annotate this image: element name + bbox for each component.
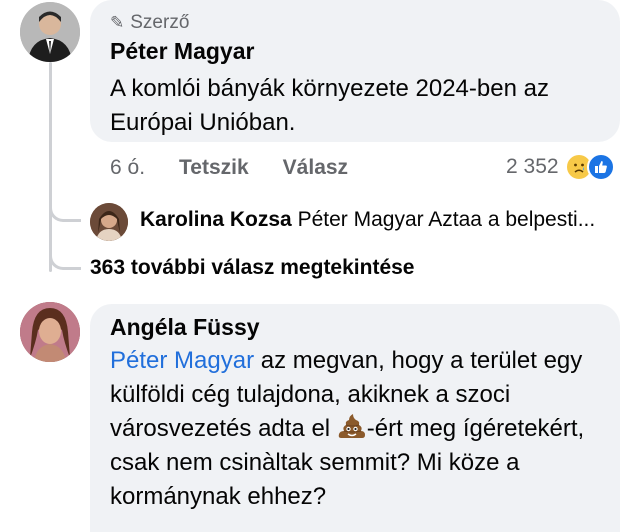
like-button[interactable]: Tetszik [179,156,249,180]
comment-timestamp[interactable]: 6 ó. [110,156,145,180]
reply-preview[interactable]: Karolina Kozsa Péter Magyar Aztaa a belp… [140,208,620,232]
avatar[interactable] [20,302,80,362]
comment-author-name[interactable]: Angéla Füssy [110,314,260,341]
author-badge-label: Szerző [130,12,190,33]
view-more-replies-link[interactable]: 363 további válasz megtekintése [90,256,415,280]
profile-photo-icon [20,2,80,62]
comment-text: Péter Magyar az megvan, hogy a terület e… [110,344,610,514]
avatar[interactable] [20,2,80,62]
reply-author-name[interactable]: Karolina Kozsa [140,208,292,231]
like-icon [586,153,615,181]
reply-preview-text: Péter Magyar Aztaa a belpesti... [297,208,596,231]
comment-author-name[interactable]: Péter Magyar [110,38,254,65]
reaction-count: 2 352 [506,155,559,178]
poop-emoji-icon [337,412,367,440]
profile-photo-icon [90,203,128,241]
mention-link[interactable]: Péter Magyar [110,347,254,374]
profile-photo-icon [20,302,80,362]
thread-connector-reply [49,186,81,222]
avatar[interactable] [90,203,128,241]
pencil-icon: ✎ [110,13,125,32]
comment-actions: 6 ó. Tetszik Válasz [110,156,382,180]
author-badge: ✎ Szerző [110,12,189,34]
reaction-summary[interactable]: 2 352 [506,153,615,181]
reply-button[interactable]: Válasz [283,156,348,180]
thread-connector-more [49,232,81,270]
comment-text: A komlói bányák környezete 2024-ben az E… [110,75,549,136]
